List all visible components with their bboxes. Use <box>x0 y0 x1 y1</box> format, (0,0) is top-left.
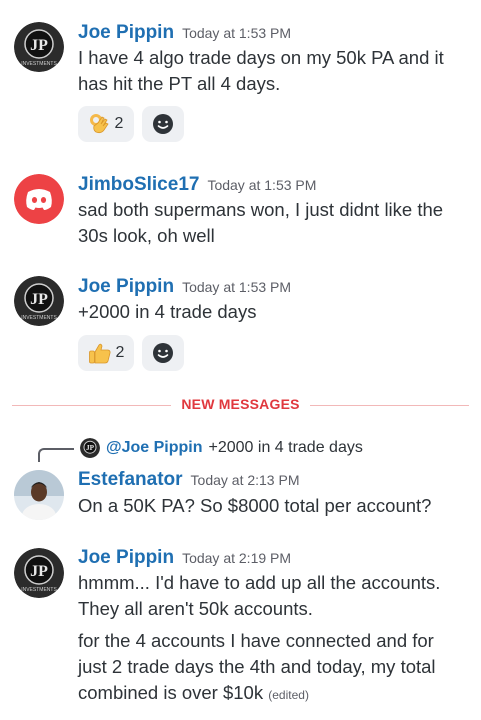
smiley-icon <box>153 114 173 134</box>
svg-text:INVESTMENTS: INVESTMENTS <box>21 315 57 321</box>
message-header: Joe Pippin Today at 1:53 PM <box>78 22 291 44</box>
message-line: hmmm... I'd have to add up all the accou… <box>78 572 441 593</box>
message-header: Joe Pippin Today at 2:19 PM <box>78 547 291 569</box>
reply-text: +2000 in 4 trade days <box>208 439 363 456</box>
message-line: sad both supermans won, I just didnt lik… <box>78 199 444 220</box>
svg-text:INVESTMENTS: INVESTMENTS <box>21 61 57 67</box>
message-header: Estefanator Today at 2:13 PM <box>78 469 299 491</box>
add-reaction-button[interactable] <box>142 335 184 371</box>
timestamp: Today at 1:53 PM <box>182 279 292 295</box>
jp-avatar[interactable]: JP INVESTMENTS <box>14 548 64 598</box>
message-header: JimboSlice17 Today at 1:53 PM <box>78 174 316 196</box>
reply-preview[interactable]: JP @Joe Pippin +2000 in 4 trade days <box>80 438 363 458</box>
timestamp: Today at 2:13 PM <box>190 472 300 488</box>
svg-text:JP: JP <box>30 37 48 54</box>
author-name[interactable]: Estefanator <box>78 469 183 490</box>
new-messages-divider: NEW MESSAGES <box>0 396 481 414</box>
author-name[interactable]: JimboSlice17 <box>78 174 199 195</box>
message-text: On a 50K PA? So $8000 total per account? <box>78 493 470 519</box>
message-line: combined is over $10k <box>78 682 264 703</box>
message-line-last: combined is over $10k (edited) <box>78 680 470 708</box>
jp-avatar[interactable]: JP INVESTMENTS <box>14 276 64 326</box>
edited-marker: (edited) <box>268 688 309 702</box>
reaction-count: 2 <box>115 344 125 361</box>
author-name[interactable]: Joe Pippin <box>78 22 174 43</box>
message-text: hmmm... I'd have to add up all the accou… <box>78 570 470 622</box>
message-text: I have 4 algo trade days on my 50k PA an… <box>78 45 470 97</box>
message-line: for the 4 accounts I have connected and … <box>78 630 434 651</box>
svg-text:JP: JP <box>30 291 48 308</box>
discord-avatar[interactable] <box>14 174 64 224</box>
estefanator-avatar[interactable] <box>14 470 64 520</box>
message-line: They all aren't 50k accounts. <box>78 598 313 619</box>
message-line: +2000 in 4 trade days <box>78 301 257 322</box>
author-name[interactable]: Joe Pippin <box>78 276 174 297</box>
reaction-ok-hand[interactable]: 2 <box>78 106 134 142</box>
message-text-continued: for the 4 accounts I have connected and … <box>78 628 470 708</box>
timestamp: Today at 2:19 PM <box>182 550 292 566</box>
message-header: Joe Pippin Today at 1:53 PM <box>78 276 291 298</box>
message-text: sad both supermans won, I just didnt lik… <box>78 197 470 249</box>
jp-avatar[interactable]: JP INVESTMENTS <box>14 22 64 72</box>
timestamp: Today at 1:53 PM <box>207 177 317 193</box>
timestamp: Today at 1:53 PM <box>182 25 292 41</box>
reaction-thumbs-up[interactable]: 2 <box>78 335 134 371</box>
reaction-count: 2 <box>114 115 124 132</box>
reply-connector <box>38 448 74 462</box>
add-reaction-button[interactable] <box>142 106 184 142</box>
new-messages-label: NEW MESSAGES <box>171 396 310 412</box>
svg-text:INVESTMENTS: INVESTMENTS <box>21 587 57 593</box>
message-line: has hit the PT all 4 days. <box>78 73 281 94</box>
message-line: just 2 trade days the 4th and today, my … <box>78 656 436 677</box>
smiley-icon <box>153 343 173 363</box>
message-line: 30s look, oh well <box>78 225 215 246</box>
svg-text:JP: JP <box>30 563 48 580</box>
reply-avatar: JP <box>80 438 100 458</box>
svg-text:JP: JP <box>86 444 95 452</box>
message-text: +2000 in 4 trade days <box>78 299 470 325</box>
message-line: I have 4 algo trade days on my 50k PA an… <box>78 47 444 68</box>
author-name[interactable]: Joe Pippin <box>78 547 174 568</box>
thumbs-up-icon <box>88 343 111 364</box>
reply-mention[interactable]: @Joe Pippin <box>106 439 203 457</box>
ok-hand-icon <box>89 114 109 134</box>
message-line: On a 50K PA? So $8000 total per account? <box>78 495 432 516</box>
